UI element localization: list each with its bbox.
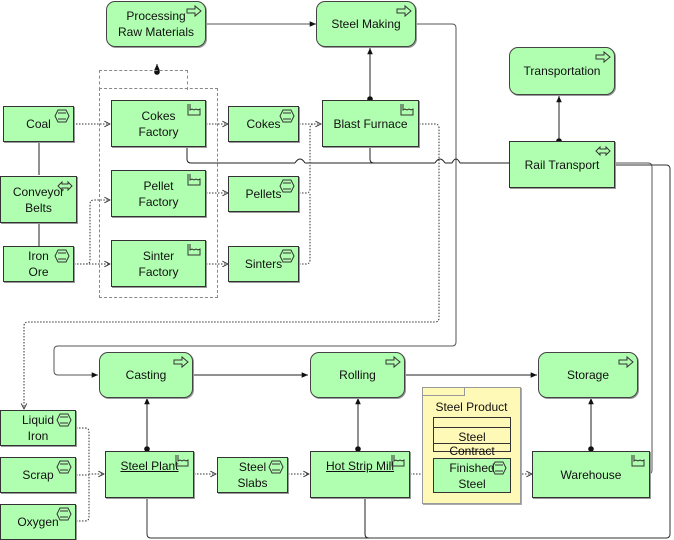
function-arrow-icon (385, 355, 401, 369)
label: Coal (26, 117, 51, 131)
flow-pellets-to-blast (299, 123, 315, 194)
factories-group-tab (99, 70, 188, 90)
distribution-network-icon (57, 180, 73, 192)
flow-oxygen-to-steelplant (76, 475, 90, 522)
facility-hot-strip-mill[interactable]: Hot Strip Mill (310, 451, 410, 498)
facility-blast-furnace[interactable]: Blast Furnace (322, 100, 419, 147)
hop-1 (294, 158, 306, 164)
material-oxygen[interactable]: Oxygen (0, 504, 76, 540)
association-rail-warehouse (614, 162, 653, 475)
label: Iron Ore (28, 249, 49, 279)
function-arrow-icon (618, 355, 634, 369)
material-hexagon-icon (491, 461, 507, 475)
material-iron-ore[interactable]: Iron Ore (3, 246, 74, 282)
package-tab (422, 387, 465, 396)
function-steel-making[interactable]: Steel Making (316, 1, 416, 47)
product-title: Steel Product (435, 400, 508, 414)
material-hexagon-icon (56, 507, 72, 521)
material-pellets[interactable]: Pellets (228, 176, 299, 212)
function-transportation[interactable]: Transportation (509, 47, 615, 95)
function-arrow-icon (173, 355, 189, 369)
facility-steel-plant[interactable]: Steel Plant (105, 451, 194, 498)
material-hexagon-icon (56, 413, 72, 427)
material-hexagon-icon (279, 249, 295, 263)
function-rolling[interactable]: Rolling (310, 352, 405, 398)
material-hexagon-icon (279, 109, 295, 123)
material-hexagon-icon (54, 249, 70, 263)
distribution-rail-transport[interactable]: Rail Transport (509, 141, 615, 188)
label: Warehouse (560, 467, 622, 482)
function-storage[interactable]: Storage (538, 352, 638, 398)
label: Rail Transport (524, 157, 600, 172)
factory-icon (631, 455, 645, 467)
function-arrow-icon (595, 50, 611, 64)
material-scrap[interactable]: Scrap (0, 457, 76, 493)
material-hexagon-icon (279, 179, 295, 193)
label: Storage (566, 368, 610, 382)
function-arrow-icon (396, 4, 412, 18)
material-coal[interactable]: Coal (3, 106, 74, 142)
label: Casting (125, 368, 167, 382)
material-hexagon-icon (268, 460, 284, 474)
label: Steel Making (331, 17, 401, 31)
material-hexagon-icon (54, 109, 70, 123)
material-cokes[interactable]: Cokes (228, 106, 299, 142)
association-cokes-rail (186, 147, 509, 164)
material-sinters[interactable]: Sinters (228, 246, 299, 282)
label: Liquid Iron (21, 413, 55, 443)
label: Scrap (22, 468, 54, 482)
facility-pellet-factory[interactable]: Pellet Factory (111, 170, 206, 217)
factory-icon (187, 174, 201, 186)
factory-icon (187, 244, 201, 256)
label: Rolling (339, 368, 376, 382)
label: Sinter Factory (138, 248, 179, 279)
material-hexagon-icon (56, 460, 72, 474)
material-finished-steel[interactable]: Finished Steel (433, 458, 511, 493)
facility-warehouse[interactable]: Warehouse (532, 451, 650, 498)
function-arrow-icon (186, 4, 202, 18)
factory-icon (175, 455, 189, 467)
material-steel-slabs[interactable]: Steel Slabs (217, 457, 288, 493)
label: Cokes Factory (138, 108, 179, 139)
distribution-conveyor-belts[interactable]: Conveyor Belts (0, 176, 77, 223)
label: Blast Furnace (333, 116, 408, 131)
label: Pellet Factory (138, 178, 179, 209)
facility-cokes-factory[interactable]: Cokes Factory (111, 100, 206, 147)
label: Steel Slabs (237, 460, 268, 490)
contract-steel-contract[interactable]: Steel Contract (433, 417, 511, 458)
flow-sinters-to-blast (299, 193, 311, 265)
association-blast-rail (369, 147, 375, 164)
label: Transportation (523, 64, 601, 78)
material-liquid-iron[interactable]: Liquid Iron (0, 410, 76, 446)
function-casting[interactable]: Casting (99, 352, 193, 398)
distribution-network-icon (595, 145, 611, 157)
contract-band (434, 427, 510, 428)
factory-icon (187, 104, 201, 116)
factory-icon (391, 455, 405, 467)
flow-liquidiron-to-steelplant (76, 427, 104, 474)
function-processing-raw-materials[interactable]: Processing Raw Materials (106, 1, 206, 47)
label: Steel Contract (449, 430, 495, 458)
factory-icon (400, 104, 414, 116)
hop-2 (434, 158, 446, 164)
product-steel-product[interactable]: Steel Product Steel Contract Finished St… (422, 387, 521, 504)
facility-sinter-factory[interactable]: Sinter Factory (111, 240, 206, 287)
association-hotstrip-line (364, 497, 370, 539)
